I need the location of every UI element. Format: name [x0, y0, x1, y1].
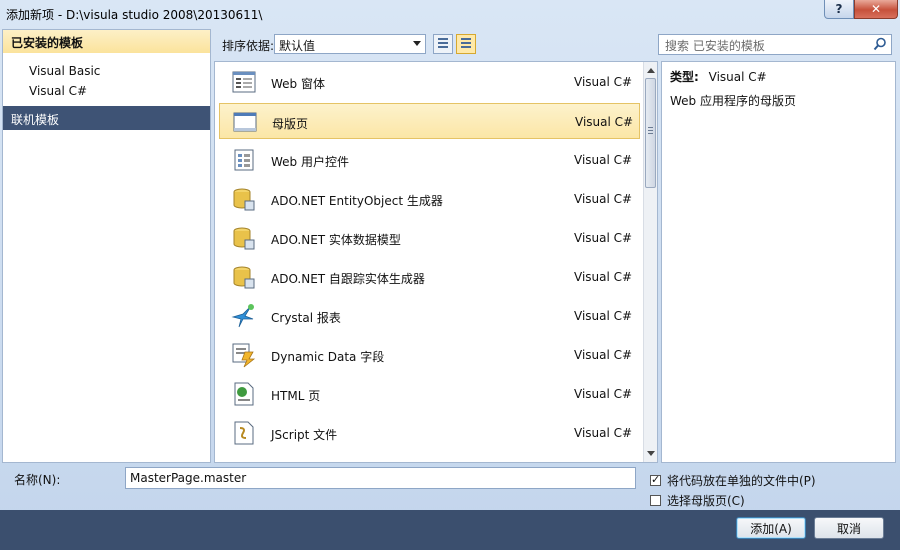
select-master-option[interactable]: 选择母版页(C) — [650, 492, 745, 509]
database-icon — [233, 266, 255, 289]
close-button[interactable]: ✕ — [854, 0, 898, 19]
template-language: Visual C# — [574, 153, 633, 167]
type-label: 类型: — [670, 70, 699, 84]
sort-by-label: 排序依据: — [222, 39, 275, 53]
search-icon[interactable] — [873, 37, 887, 51]
select-master-label: 选择母版页(C) — [667, 494, 745, 508]
type-value: Visual C# — [708, 70, 767, 84]
template-item-dynamic-data-field[interactable]: Dynamic Data 字段 Visual C# — [219, 337, 640, 373]
grip-icon — [648, 127, 653, 134]
search-placeholder: 搜索 已安装的模板 — [665, 39, 765, 53]
list-view-icon — [461, 38, 471, 50]
user-control-icon — [234, 149, 254, 171]
type-row: 类型: Visual C# — [670, 68, 767, 85]
separate-code-checkbox[interactable] — [650, 473, 661, 486]
dynamic-data-icon — [232, 343, 256, 368]
template-item-web-form[interactable]: Web 窗体 Visual C# — [219, 64, 640, 100]
separate-code-label: 将代码放在单独的文件中(P) — [667, 474, 816, 488]
title-bar[interactable]: 添加新项 - D:\visula studio 2008\20130611\ ?… — [0, 0, 900, 28]
database-icon — [233, 188, 255, 211]
template-name: Crystal 报表 — [271, 311, 341, 325]
window-title: 添加新项 - D:\visula studio 2008\20130611\ — [6, 8, 263, 22]
template-language: Visual C# — [574, 309, 633, 323]
template-language: Visual C# — [574, 270, 633, 284]
database-icon — [233, 227, 255, 250]
crystal-report-icon — [231, 304, 254, 328]
small-icons-view-button[interactable] — [433, 34, 453, 54]
template-language: Visual C# — [574, 387, 633, 401]
jscript-file-icon — [234, 421, 254, 445]
html-page-icon — [234, 382, 254, 406]
template-category-panel: 已安装的模板 Visual Basic Visual C# 联机模板 — [2, 29, 211, 463]
template-name: Dynamic Data 字段 — [271, 350, 385, 364]
template-name: JScript 文件 — [271, 428, 338, 442]
template-item-master-page[interactable]: 母版页 Visual C# — [219, 103, 640, 139]
template-language: Visual C# — [574, 192, 633, 206]
template-name: ADO.NET 自跟踪实体生成器 — [271, 272, 425, 286]
template-name: Web 窗体 — [271, 77, 325, 91]
template-language: Visual C# — [574, 348, 633, 362]
add-button[interactable]: 添加(A) — [736, 517, 806, 539]
sort-by-dropdown[interactable]: 默认值 — [274, 34, 426, 54]
online-templates-item[interactable]: 联机模板 — [3, 106, 210, 130]
select-master-checkbox[interactable] — [650, 495, 661, 506]
template-list: Web 窗体 Visual C# 母版页 Visual C# Web 用户控件 … — [214, 61, 658, 463]
sort-by-value: 默认值 — [279, 39, 316, 53]
template-description: Web 应用程序的母版页 — [670, 94, 796, 108]
template-item-web-user-control[interactable]: Web 用户控件 Visual C# — [219, 142, 640, 178]
template-name: 母版页 — [272, 117, 309, 131]
chevron-down-icon — [413, 41, 421, 46]
add-new-item-dialog: 添加新项 - D:\visula studio 2008\20130611\ ?… — [0, 0, 900, 550]
template-item-self-tracking-generator[interactable]: ADO.NET 自跟踪实体生成器 Visual C# — [219, 259, 640, 295]
template-item-entityobject-generator[interactable]: ADO.NET EntityObject 生成器 Visual C# — [219, 181, 640, 217]
name-label: 名称(N): — [14, 473, 61, 487]
category-visual-csharp[interactable]: Visual C# — [29, 84, 87, 98]
template-name: HTML 页 — [271, 389, 321, 403]
installed-templates-header[interactable]: 已安装的模板 — [3, 30, 210, 53]
scroll-up-icon[interactable] — [647, 68, 655, 73]
grid-view-icon — [438, 38, 448, 50]
search-installed-templates-input[interactable]: 搜索 已安装的模板 — [658, 34, 892, 55]
template-detail-panel: 类型: Visual C# Web 应用程序的母版页 — [661, 61, 896, 463]
category-visual-basic[interactable]: Visual Basic — [29, 64, 100, 78]
help-button[interactable]: ? — [824, 0, 854, 19]
cancel-button[interactable]: 取消 — [814, 517, 884, 539]
template-name: ADO.NET 实体数据模型 — [271, 233, 401, 247]
template-item-jscript-file[interactable]: JScript 文件 Visual C# — [219, 415, 640, 451]
template-language: Visual C# — [574, 231, 633, 245]
web-form-icon — [232, 71, 256, 93]
template-name: ADO.NET EntityObject 生成器 — [271, 194, 443, 208]
name-input[interactable]: MasterPage.master — [125, 467, 636, 489]
template-list-scrollbar[interactable] — [643, 62, 657, 462]
template-item-crystal-report[interactable]: Crystal 报表 Visual C# — [219, 298, 640, 334]
scroll-thumb[interactable] — [645, 78, 656, 188]
template-language: Visual C# — [574, 426, 633, 440]
scroll-down-icon[interactable] — [647, 451, 655, 456]
template-item-entity-data-model[interactable]: ADO.NET 实体数据模型 Visual C# — [219, 220, 640, 256]
template-language: Visual C# — [575, 115, 634, 129]
template-language: Visual C# — [574, 75, 633, 89]
template-name: Web 用户控件 — [271, 155, 349, 169]
list-view-button[interactable] — [456, 34, 476, 54]
template-item-html-page[interactable]: HTML 页 Visual C# — [219, 376, 640, 412]
separate-code-option[interactable]: 将代码放在单独的文件中(P) — [650, 472, 816, 489]
master-page-icon — [233, 112, 257, 132]
